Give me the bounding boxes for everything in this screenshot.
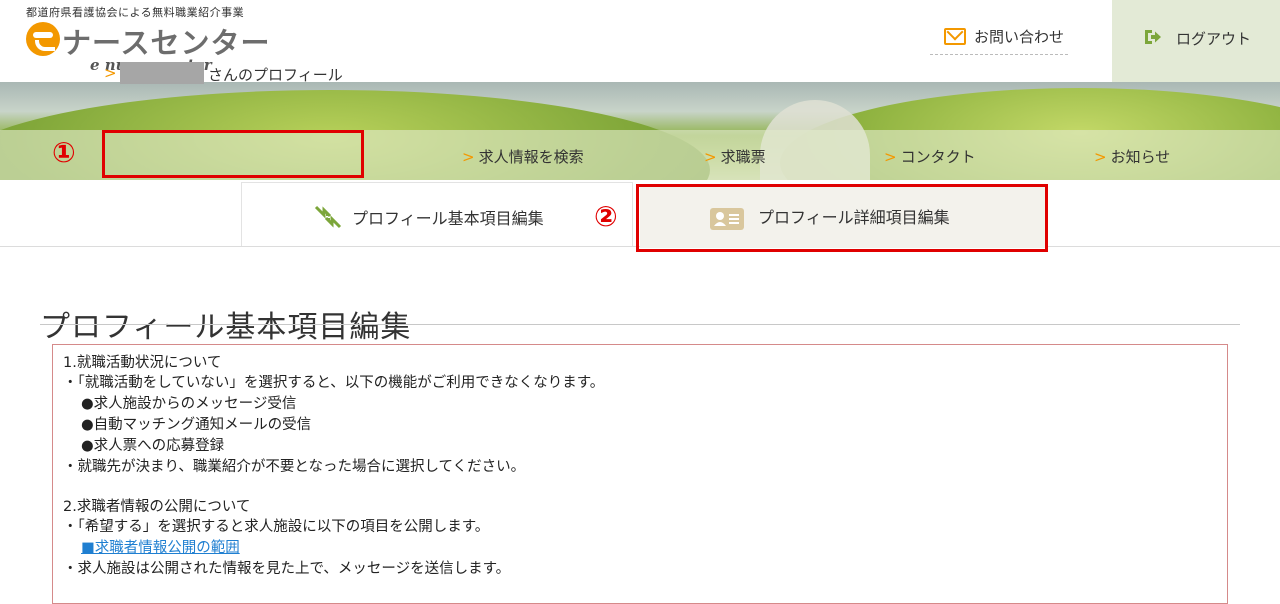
nav-item-contact[interactable]: > コンタクト xyxy=(884,146,976,167)
nav-item-label: 求人情報を検索 xyxy=(478,148,584,166)
inquiry-link[interactable]: お問い合わせ xyxy=(930,24,1068,55)
disclosure-scope-link[interactable]: ■求職者情報公開の範囲 xyxy=(81,538,240,558)
notice-bullet: ●求人票への応募登録 xyxy=(81,438,225,454)
nav-item-news[interactable]: > お知らせ xyxy=(1094,146,1170,167)
logout-button[interactable]: ログアウト xyxy=(1112,0,1280,82)
logout-label: ログアウト xyxy=(1176,30,1252,48)
chevron-right-icon: > xyxy=(104,64,117,82)
inquiry-label: お問い合わせ xyxy=(974,28,1065,46)
highlight-box-1 xyxy=(102,130,364,178)
notice-text: ・就職先が決まり、職業紹介が不要となった場合に選択してください。 xyxy=(63,459,526,475)
nav-item-job-application[interactable]: > 求職票 xyxy=(704,146,766,167)
notice-bullet: ●求人施設からのメッセージ受信 xyxy=(81,396,297,412)
annotation-number-2: ② xyxy=(594,200,618,233)
notice-section-title: 2.求職者情報の公開について xyxy=(63,499,251,515)
swap-arrows-icon xyxy=(314,205,342,229)
annotation-number-1: ① xyxy=(52,136,76,169)
notice-section-title: 1.就職活動状況について xyxy=(63,355,222,371)
notice-box: 1.就職活動状況について ・「就職活動をしていない」を選択すると、以下の機能がご… xyxy=(52,344,1228,604)
tab-basic-profile[interactable]: プロフィール基本項目編集 xyxy=(241,182,633,246)
redacted-username xyxy=(120,62,204,84)
nav-item-label: コンタクト xyxy=(900,148,976,166)
tab-label: プロフィール基本項目編集 xyxy=(352,209,544,228)
highlight-box-2 xyxy=(636,184,1048,252)
logout-icon xyxy=(1145,30,1161,44)
notice-bullet: ●自動マッチング通知メールの受信 xyxy=(81,417,312,433)
mail-icon xyxy=(944,28,966,45)
nav-item-profile[interactable]: > さんのプロフィール xyxy=(104,48,366,98)
chevron-right-icon: > xyxy=(1094,148,1107,166)
notice-text: ・求人施設は公開された情報を見た上で、メッセージを送信します。 xyxy=(63,561,511,577)
logo-e-mark xyxy=(26,22,60,56)
chevron-right-icon: > xyxy=(704,148,717,166)
notice-text: ・「就職活動をしていない」を選択すると、以下の機能がご利用できなくなります。 xyxy=(63,375,605,391)
nav-item-job-search[interactable]: > 求人情報を検索 xyxy=(462,146,584,167)
link-text[interactable]: ■求職者情報公開の範囲 xyxy=(81,540,240,556)
nav-item-label: お知らせ xyxy=(1110,148,1171,166)
notice-text: ・「希望する」を選択すると求人施設に以下の項目を公開します。 xyxy=(63,519,490,535)
chevron-right-icon: > xyxy=(462,148,475,166)
nav-item-label: 求職票 xyxy=(720,148,766,166)
chevron-right-icon: > xyxy=(884,148,897,166)
nav-item-label: さんのプロフィール xyxy=(208,66,343,84)
title-divider xyxy=(40,324,1240,325)
